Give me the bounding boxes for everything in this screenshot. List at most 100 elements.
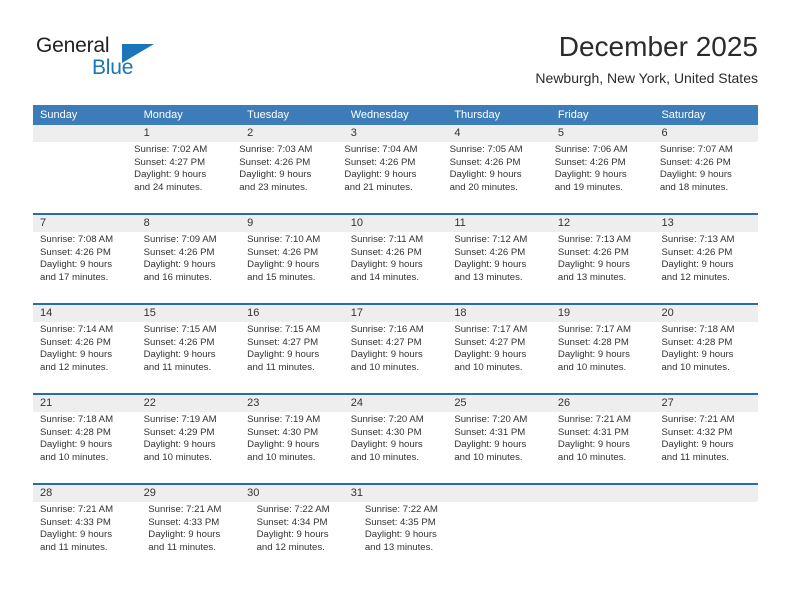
- day-1-daylight1: Daylight: 9 hours: [134, 169, 207, 181]
- day-cell-2[interactable]: Sunrise: 7:03 AM Sunset: 4:26 PM Daylight:…: [232, 142, 337, 213]
- day-cell-9[interactable]: Sunrise: 7:10 AM Sunset: 4:26 PM Daylight:…: [240, 232, 344, 303]
- day-cell-3[interactable]: Sunrise: 7:04 AM Sunset: 4:26 PM Daylight:…: [337, 142, 442, 213]
- day-cell-23[interactable]: Sunrise: 7:19 AM Sunset: 4:30 PM Daylight:…: [240, 412, 344, 483]
- day-20-daylight1: Daylight: 9 hours: [661, 349, 734, 361]
- day-cell-25[interactable]: Sunrise: 7:20 AM Sunset: 4:31 PM Daylight:…: [447, 412, 551, 483]
- day-cell-10[interactable]: Sunrise: 7:11 AM Sunset: 4:26 PM Daylight:…: [344, 232, 448, 303]
- day-cell-18[interactable]: Sunrise: 7:17 AM Sunset: 4:27 PM Daylight:…: [447, 322, 551, 393]
- day-number-3[interactable]: 3: [344, 125, 448, 142]
- day-12-daylight2: and 13 minutes.: [557, 271, 627, 283]
- weekday-header-saturday: Saturday: [661, 109, 706, 121]
- day-number-24[interactable]: 24: [344, 395, 448, 412]
- day-cell-4[interactable]: Sunrise: 7:05 AM Sunset: 4:26 PM Daylight:…: [443, 142, 548, 213]
- day-cell-16[interactable]: Sunrise: 7:15 AM Sunset: 4:27 PM Daylight:…: [240, 322, 344, 393]
- day-number-21[interactable]: 21: [33, 395, 137, 412]
- day-number-26[interactable]: 26: [551, 395, 655, 412]
- day-18-daylight1: Daylight: 9 hours: [454, 349, 527, 361]
- day-10-sunset: Sunset: 4:26 PM: [350, 246, 422, 258]
- day-15-sunrise: Sunrise: 7:15 AM: [143, 324, 217, 335]
- day-cell-28[interactable]: Sunrise: 7:21 AM Sunset: 4:33 PM Daylight:…: [33, 502, 141, 573]
- day-cell-22[interactable]: Sunrise: 7:19 AM Sunset: 4:29 PM Daylight:…: [137, 412, 241, 483]
- day-14-daylight1: Daylight: 9 hours: [40, 349, 112, 361]
- day-22-daylight2: and 10 minutes.: [143, 451, 212, 463]
- title-block: December 2025 Newburgh, New York, United…: [535, 30, 758, 87]
- calendar-week-row: 7 8 9 10 11 12 13 Sunrise: 7:08 AM Sunset: 4:26 …: [33, 213, 758, 303]
- day-6-daylight2: and 18 minutes.: [659, 181, 729, 193]
- day-cell-21[interactable]: Sunrise: 7:18 AM Sunset: 4:28 PM Daylight:…: [33, 412, 137, 483]
- day-16-sunrise: Sunrise: 7:15 AM: [247, 324, 321, 335]
- day-12-sunset: Sunset: 4:26 PM: [557, 246, 629, 258]
- day-16-sunset: Sunset: 4:27 PM: [247, 336, 319, 348]
- day-number-29[interactable]: 29: [137, 485, 241, 502]
- day-number-16[interactable]: 16: [240, 305, 344, 322]
- day-18-sunrise: Sunrise: 7:17 AM: [454, 324, 528, 335]
- day-cell-15[interactable]: Sunrise: 7:15 AM Sunset: 4:26 PM Daylight:…: [137, 322, 241, 393]
- day-cell-26[interactable]: Sunrise: 7:21 AM Sunset: 4:31 PM Daylight:…: [551, 412, 655, 483]
- day-detail-band: Sunrise: 7:18 AM Sunset: 4:28 PM Daylight:…: [33, 412, 758, 483]
- day-20-sunset: Sunset: 4:28 PM: [661, 336, 733, 348]
- day-19-daylight2: and 10 minutes.: [557, 361, 627, 373]
- day-25-daylight2: and 10 minutes.: [454, 451, 523, 463]
- day-number-18[interactable]: 18: [447, 305, 551, 322]
- day-19-daylight1: Daylight: 9 hours: [557, 349, 630, 361]
- day-number-14[interactable]: 14: [33, 305, 137, 322]
- day-26-daylight1: Daylight: 9 hours: [557, 439, 630, 451]
- day-number-23[interactable]: 23: [240, 395, 344, 412]
- day-cell-empty: [563, 502, 660, 573]
- day-number-22[interactable]: 22: [137, 395, 241, 412]
- day-number-31[interactable]: 31: [344, 485, 448, 502]
- day-number-30[interactable]: 30: [240, 485, 344, 502]
- day-20-sunrise: Sunrise: 7:18 AM: [661, 324, 735, 335]
- day-number-2[interactable]: 2: [240, 125, 344, 142]
- day-cell-1[interactable]: Sunrise: 7:02 AM Sunset: 4:27 PM Daylight:…: [127, 142, 232, 213]
- day-13-daylight2: and 12 minutes.: [661, 271, 730, 283]
- day-number-1[interactable]: 1: [137, 125, 241, 142]
- day-number-10[interactable]: 10: [344, 215, 448, 232]
- day-22-daylight1: Daylight: 9 hours: [143, 439, 216, 451]
- day-cell-12[interactable]: Sunrise: 7:13 AM Sunset: 4:26 PM Daylight:…: [551, 232, 655, 303]
- day-4-daylight1: Daylight: 9 hours: [449, 169, 522, 181]
- day-number-4[interactable]: 4: [447, 125, 551, 142]
- day-cell-27[interactable]: Sunrise: 7:21 AM Sunset: 4:32 PM Daylight:…: [654, 412, 758, 483]
- day-cell-29[interactable]: Sunrise: 7:21 AM Sunset: 4:33 PM Daylight:…: [141, 502, 249, 573]
- general-blue-logo[interactable]: General Blue: [36, 34, 186, 90]
- day-3-sunrise: Sunrise: 7:04 AM: [344, 144, 418, 155]
- day-number-11[interactable]: 11: [447, 215, 551, 232]
- day-number-28[interactable]: 28: [33, 485, 137, 502]
- day-cell-7[interactable]: Sunrise: 7:08 AM Sunset: 4:26 PM Daylight:…: [33, 232, 137, 303]
- day-number-7[interactable]: 7: [33, 215, 137, 232]
- day-cell-13[interactable]: Sunrise: 7:13 AM Sunset: 4:26 PM Daylight:…: [654, 232, 758, 303]
- day-cell-5[interactable]: Sunrise: 7:06 AM Sunset: 4:26 PM Daylight:…: [548, 142, 653, 213]
- day-number-19[interactable]: 19: [551, 305, 655, 322]
- day-17-daylight2: and 10 minutes.: [350, 361, 420, 373]
- day-number-9[interactable]: 9: [240, 215, 344, 232]
- day-cell-14[interactable]: Sunrise: 7:14 AM Sunset: 4:26 PM Daylight:…: [33, 322, 137, 393]
- day-number-15[interactable]: 15: [137, 305, 241, 322]
- day-cell-6[interactable]: Sunrise: 7:07 AM Sunset: 4:26 PM Daylight:…: [653, 142, 758, 213]
- day-cell-31[interactable]: Sunrise: 7:22 AM Sunset: 4:35 PM Daylight:…: [358, 502, 466, 573]
- day-number-20[interactable]: 20: [654, 305, 758, 322]
- day-cell-30[interactable]: Sunrise: 7:22 AM Sunset: 4:34 PM Daylight:…: [250, 502, 358, 573]
- day-number-13[interactable]: 13: [654, 215, 758, 232]
- day-number-6[interactable]: 6: [654, 125, 758, 142]
- day-number-17[interactable]: 17: [344, 305, 448, 322]
- day-number-empty: [447, 485, 551, 502]
- day-number-5[interactable]: 5: [551, 125, 655, 142]
- day-number-27[interactable]: 27: [654, 395, 758, 412]
- day-30-daylight2: and 12 minutes.: [256, 541, 325, 553]
- day-number-band: 14 15 16 17 18 19 20: [33, 305, 758, 322]
- weekday-header-wednesday: Wednesday: [350, 109, 409, 121]
- day-number-8[interactable]: 8: [137, 215, 241, 232]
- day-29-daylight2: and 11 minutes.: [148, 541, 216, 553]
- day-cell-20[interactable]: Sunrise: 7:18 AM Sunset: 4:28 PM Daylight:…: [654, 322, 758, 393]
- day-16-daylight1: Daylight: 9 hours: [247, 349, 320, 361]
- day-cell-empty: [33, 142, 127, 213]
- day-cell-8[interactable]: Sunrise: 7:09 AM Sunset: 4:26 PM Daylight:…: [137, 232, 241, 303]
- day-5-sunset: Sunset: 4:26 PM: [554, 156, 626, 168]
- day-cell-11[interactable]: Sunrise: 7:12 AM Sunset: 4:26 PM Daylight:…: [447, 232, 551, 303]
- day-cell-17[interactable]: Sunrise: 7:16 AM Sunset: 4:27 PM Daylight:…: [344, 322, 448, 393]
- day-cell-19[interactable]: Sunrise: 7:17 AM Sunset: 4:28 PM Daylight:…: [551, 322, 655, 393]
- day-cell-24[interactable]: Sunrise: 7:20 AM Sunset: 4:30 PM Daylight:…: [344, 412, 448, 483]
- day-number-12[interactable]: 12: [551, 215, 655, 232]
- day-number-25[interactable]: 25: [447, 395, 551, 412]
